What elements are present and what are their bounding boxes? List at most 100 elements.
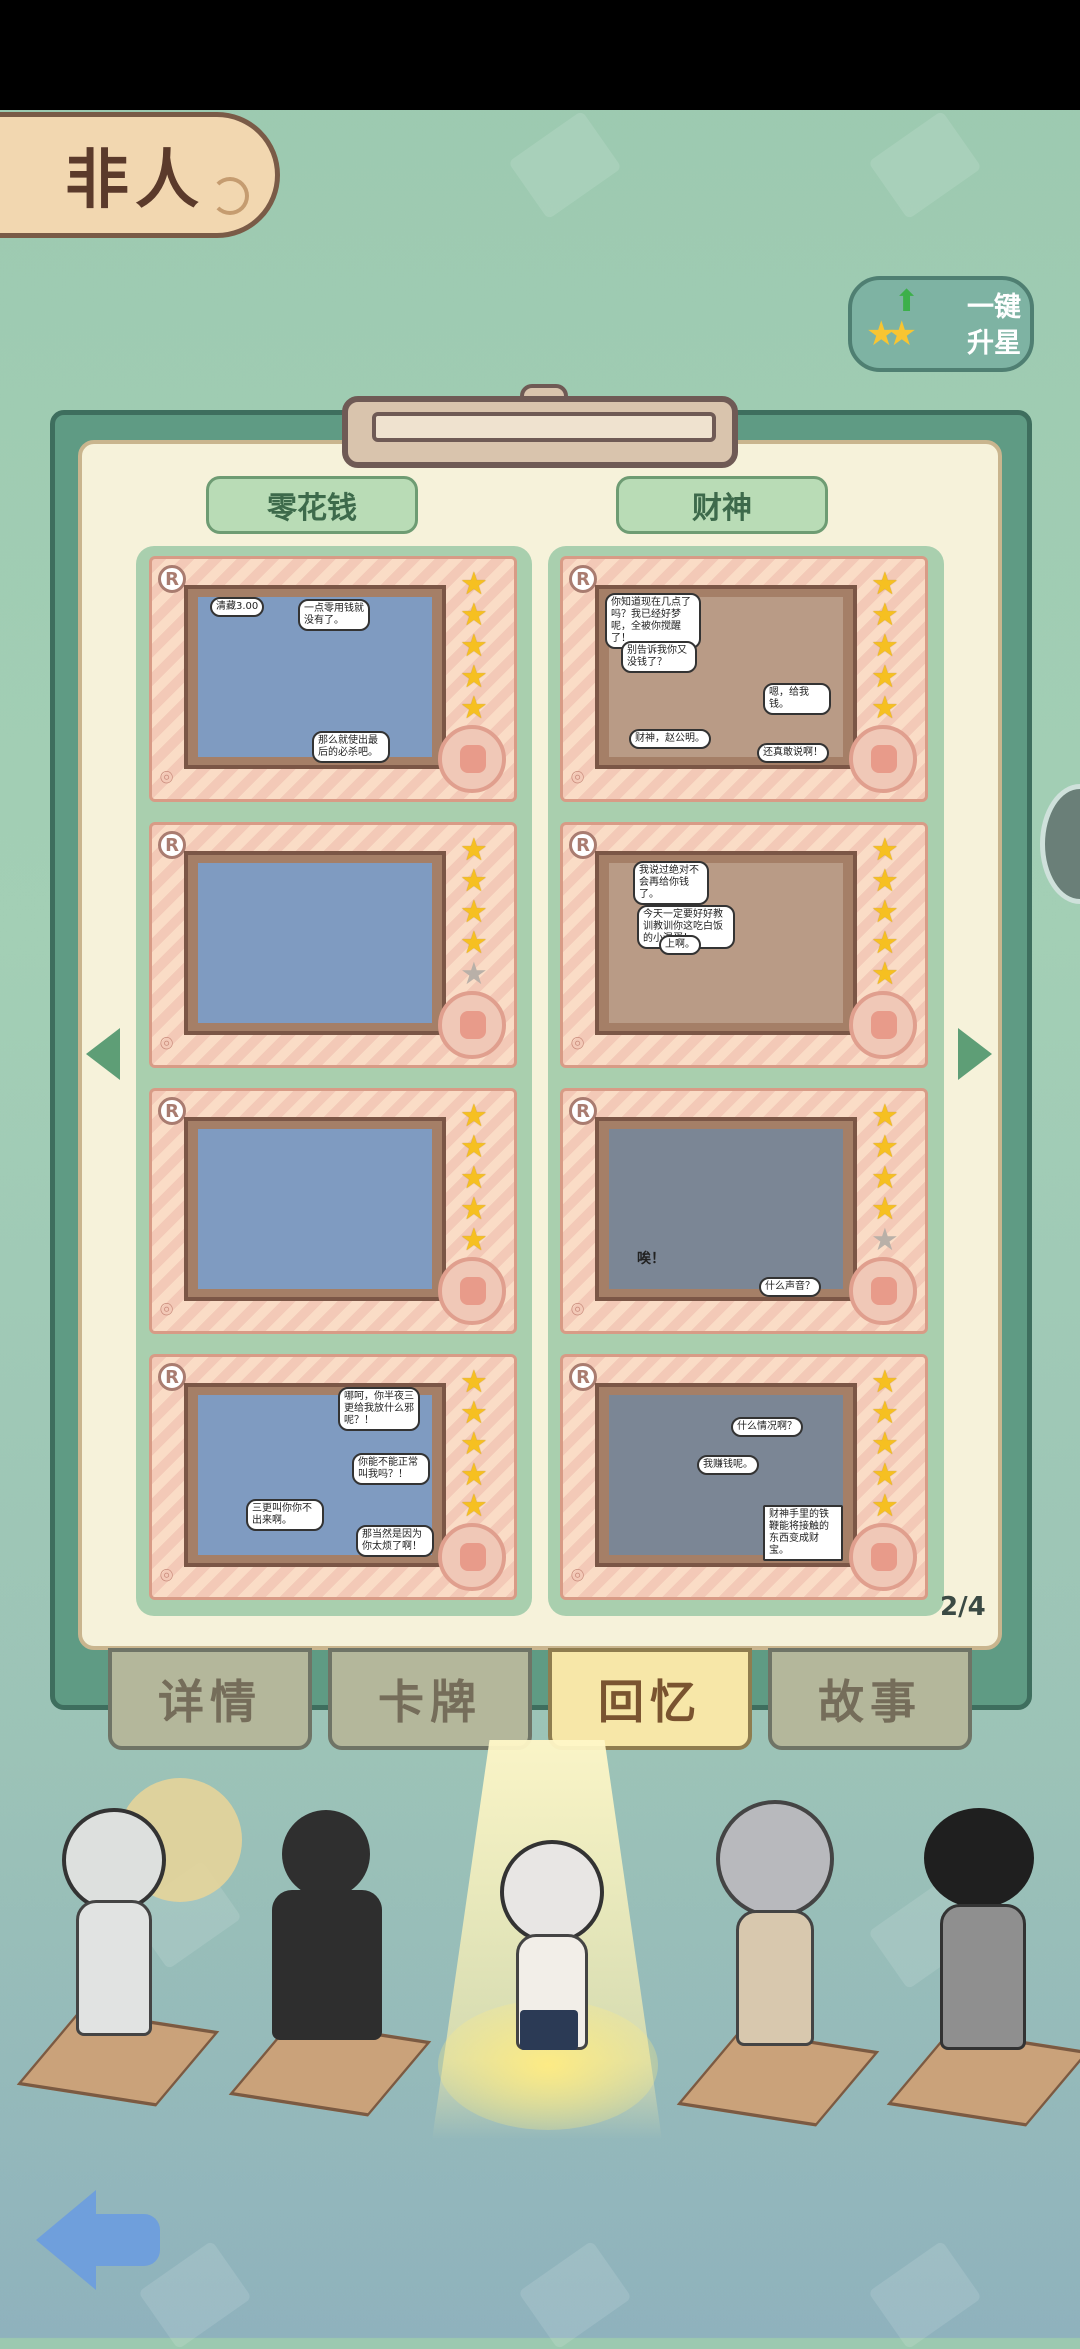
character-head (924, 1808, 1034, 1908)
rarity-r-badge: R (158, 1363, 186, 1391)
memory-card[interactable]: R 你知道现在几点了吗？我已经好梦呢，全被你搅醒了！ 别告诉我你又没钱了？ 嗯，… (560, 556, 928, 802)
star-filled-icon: ★ (871, 1129, 899, 1165)
previous-page-arrow-icon[interactable] (86, 1028, 120, 1080)
fist-icon (438, 1523, 506, 1591)
star-filled-icon: ★ (460, 628, 488, 664)
star-filled-icon: ★ (460, 1191, 488, 1227)
memory-card[interactable]: R 哪呵，你半夜三更给我放什么邪呢？！ 你能不能正常叫我吗？！ 三更叫你你不出来… (149, 1354, 517, 1600)
star-filled-icon: ★ (871, 659, 899, 695)
rarity-r-badge: R (569, 1363, 597, 1391)
star-filled-icon: ★ (460, 832, 488, 868)
background-pattern (868, 2240, 982, 2349)
tab-details[interactable]: 详情 (108, 1648, 312, 1750)
tab-story[interactable]: 故事 (768, 1648, 972, 1750)
star-filled-icon: ★ (871, 863, 899, 899)
fist-icon (849, 1523, 917, 1591)
star-filled-icon: ★ (460, 690, 488, 726)
character-body (940, 1904, 1026, 2050)
rarity-r-badge: R (158, 565, 186, 593)
background-pattern (508, 110, 622, 220)
background-pattern (868, 110, 982, 220)
star-filled-icon: ★ (460, 1222, 488, 1258)
star-filled-icon: ★ (460, 1129, 488, 1165)
star-filled-icon: ★ (460, 1364, 488, 1400)
rarity-r-badge: R (158, 1097, 186, 1125)
location-pin-icon: ⌾ (571, 766, 585, 791)
memory-card[interactable]: R ★ ★ ★ ★ ★ ⌾ (149, 822, 517, 1068)
star-filled-icon: ★ (871, 690, 899, 726)
memory-card[interactable]: R 什么情况啊？ 我赚钱呢。 财神手里的铁鞭能将接触的东西变成财宝。 ★ ★ ★ ★ ★… (560, 1354, 928, 1600)
column-label-pocket-money: 零花钱 (206, 476, 418, 534)
star-filled-icon: ★ (460, 1457, 488, 1493)
character-slot-4[interactable] (676, 1790, 880, 2127)
speech-bubble: 别告诉我你又没钱了？ (621, 641, 697, 673)
side-avatar-button[interactable] (1040, 784, 1080, 904)
back-arrow-icon[interactable] (36, 2190, 160, 2290)
star-rating: ★ ★ ★ ★ ★ (460, 1101, 496, 1256)
star-filled-icon: ★ (460, 1160, 488, 1196)
star-empty-icon: ★ (871, 1222, 899, 1258)
speech-bubble: 三更叫你你不出来啊。 (246, 1499, 324, 1531)
fist-icon (849, 725, 917, 793)
fist-icon (849, 1257, 917, 1325)
star-filled-icon: ★ (460, 894, 488, 930)
tab-cards[interactable]: 卡牌 (328, 1648, 532, 1750)
star-rating: ★ ★ ★ ★ ★ (871, 1367, 907, 1522)
star-filled-icon: ★ (871, 1488, 899, 1524)
star-filled-icon: ★ (871, 1191, 899, 1227)
star-filled-icon: ★ (871, 628, 899, 664)
status-bar (0, 0, 1080, 110)
star-filled-icon: ★ (871, 1395, 899, 1431)
star-filled-icon: ★ (460, 1098, 488, 1134)
star-empty-icon: ★ (460, 956, 488, 992)
clipboard-clip (342, 396, 738, 468)
character-slot-5[interactable] (886, 1800, 1080, 2127)
swirl-ornament-icon (211, 177, 249, 215)
tab-memories[interactable]: 回忆 (548, 1648, 752, 1750)
speech-bubble: 一点零用钱就没有了。 (298, 599, 370, 631)
location-pin-icon: ⌾ (160, 766, 174, 791)
character-body (76, 1900, 152, 2036)
speech-bubble: 上啊。 (659, 935, 701, 955)
star-filled-icon: ★ (871, 597, 899, 633)
star-rating: ★ ★ ★ ★ ★ (460, 1367, 496, 1522)
star-filled-icon: ★ (871, 1364, 899, 1400)
memory-card[interactable]: R 我说过绝对不会再给你钱了。 今天一定要好好教训教训你这吃白饭的小混蛋！ 上啊… (560, 822, 928, 1068)
location-pin-icon: ⌾ (571, 1564, 585, 1589)
location-pin-icon: ⌾ (571, 1298, 585, 1323)
star-filled-icon: ★ (460, 925, 488, 961)
sound-effect-text: 唉！ (637, 1251, 665, 1267)
star-rating: ★ ★ ★ ★ ★ (871, 569, 907, 724)
rarity-r-badge: R (569, 831, 597, 859)
fist-icon (849, 991, 917, 1059)
rarity-r-badge: R (158, 831, 186, 859)
memory-card[interactable]: R ★ ★ ★ ★ ★ ⌾ (149, 1088, 517, 1334)
speech-bubble: 嗯，给我钱。 (763, 683, 831, 715)
character-body (272, 1890, 382, 2040)
star-filled-icon: ★ (871, 1457, 899, 1493)
memory-card[interactable]: R 什么声音？ 唉！ ★ ★ ★ ★ ★ ⌾ (560, 1088, 928, 1334)
location-pin-icon: ⌾ (571, 1032, 585, 1057)
one-click-upgrade-button[interactable]: ⬆ ★★ 一键 升星 (848, 276, 1034, 372)
star-filled-icon: ★ (871, 1160, 899, 1196)
memory-card[interactable]: R 清藏3.00 一点零用钱就没有了。 那么就使出最后的必杀吧。 ★ ★ ★ ★ ★ ⌾ (149, 556, 517, 802)
star-filled-icon: ★ (460, 863, 488, 899)
speech-bubble: 哪呵，你半夜三更给我放什么邪呢？！ (338, 1387, 420, 1431)
star-filled-icon: ★ (871, 566, 899, 602)
fist-icon (438, 725, 506, 793)
star-filled-icon: ★ (871, 956, 899, 992)
speech-bubble: 我赚钱呢。 (697, 1455, 759, 1475)
speech-bubble: 什么情况啊？ (731, 1417, 803, 1437)
star-filled-icon: ★ (460, 1395, 488, 1431)
star-rating: ★ ★ ★ ★ ★ (460, 835, 496, 990)
character-slot-2[interactable] (228, 1800, 432, 2117)
star-filled-icon: ★ (460, 1488, 488, 1524)
next-page-arrow-icon[interactable] (958, 1028, 992, 1080)
caption-box: 财神手里的铁鞭能将接触的东西变成财宝。 (763, 1505, 843, 1561)
character-slot-1[interactable] (16, 1770, 242, 2107)
fist-icon (438, 1257, 506, 1325)
star-rating: ★ ★ ★ ★ ★ (871, 1101, 907, 1256)
star-filled-icon: ★ (871, 894, 899, 930)
star-filled-icon: ★ (871, 925, 899, 961)
character-slot-3-selected[interactable] (470, 1840, 630, 2100)
